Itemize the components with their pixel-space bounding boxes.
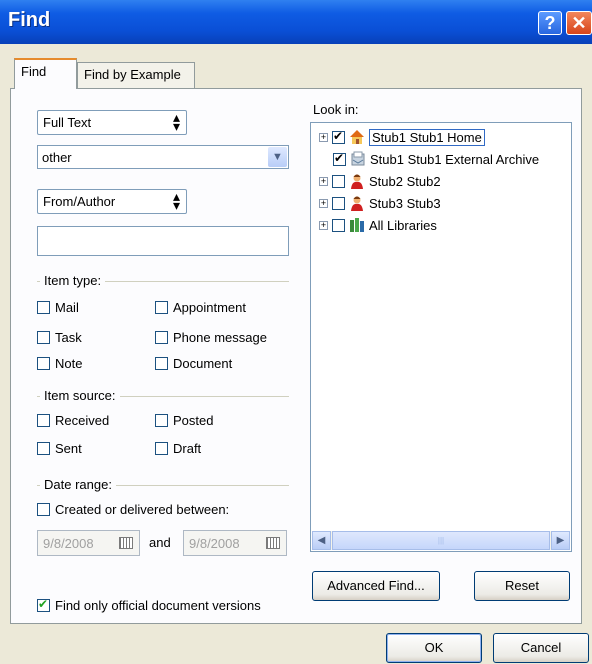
advanced-find-button[interactable]: Advanced Find... bbox=[312, 571, 440, 601]
posted-checkbox[interactable]: Posted bbox=[155, 413, 213, 428]
expand-icon[interactable]: + bbox=[319, 176, 328, 186]
library-icon bbox=[350, 218, 364, 232]
look-in-label: Look in: bbox=[313, 102, 359, 117]
checkbox-checked[interactable] bbox=[333, 151, 346, 166]
checkbox[interactable] bbox=[37, 301, 50, 314]
tree-item[interactable]: + Stub2 Stub2 bbox=[319, 171, 441, 191]
received-label: Received bbox=[55, 413, 110, 428]
reset-button[interactable]: Reset bbox=[474, 571, 570, 601]
item-source-label: Item source: bbox=[40, 388, 120, 403]
date-range-label: Date range: bbox=[40, 477, 116, 492]
scrollbar-thumb[interactable]: ||| bbox=[332, 531, 550, 550]
spinner-arrows-icon: ▴ ▾ bbox=[172, 188, 180, 213]
search-text-value: other bbox=[42, 150, 72, 165]
tree-item-label: Stub1 Stub1 External Archive bbox=[370, 151, 540, 167]
checkbox[interactable] bbox=[155, 301, 168, 314]
spinner-arrows-icon: ▴ ▾ bbox=[172, 109, 180, 134]
end-date-value: 9/8/2008 bbox=[189, 536, 240, 551]
tree-item-label: All Libraries bbox=[369, 217, 437, 233]
checkbox[interactable] bbox=[155, 357, 168, 370]
expand-icon[interactable]: + bbox=[319, 220, 328, 230]
appointment-label: Appointment bbox=[173, 300, 246, 315]
expand-icon[interactable]: + bbox=[319, 198, 328, 208]
title-bar[interactable]: Find ? ✕ bbox=[0, 0, 592, 44]
checkbox[interactable] bbox=[37, 414, 50, 427]
start-date-picker[interactable]: 9/8/2008 bbox=[37, 530, 140, 556]
person-field-select[interactable]: From/Author ▴ ▾ bbox=[37, 189, 187, 214]
tree-item[interactable]: + Stub3 Stub3 bbox=[319, 193, 441, 213]
document-checkbox[interactable]: Document bbox=[155, 356, 232, 371]
phone-message-label: Phone message bbox=[173, 330, 267, 345]
checkbox[interactable] bbox=[37, 357, 50, 370]
cancel-button[interactable]: Cancel bbox=[493, 633, 589, 663]
person-field-value: From/Author bbox=[43, 194, 116, 209]
window-title: Find bbox=[8, 9, 51, 31]
received-checkbox[interactable]: Received bbox=[37, 413, 109, 428]
tree-item[interactable]: + Stub1 Stub1 Home bbox=[319, 127, 485, 147]
checkbox[interactable] bbox=[155, 331, 168, 344]
task-checkbox[interactable]: Task bbox=[37, 330, 82, 345]
sent-label: Sent bbox=[55, 441, 82, 456]
note-label: Note bbox=[55, 356, 83, 371]
user-icon bbox=[351, 174, 363, 189]
archive-icon bbox=[351, 151, 365, 166]
search-field-value: Full Text bbox=[43, 115, 92, 130]
tree-item[interactable]: Stub1 Stub1 External Archive bbox=[333, 149, 539, 169]
home-icon bbox=[350, 130, 364, 144]
horizontal-scrollbar[interactable]: ◀ ||| ▶ bbox=[312, 531, 570, 550]
phone-message-checkbox[interactable]: Phone message bbox=[155, 330, 267, 345]
official-versions-label: Find only official document versions bbox=[55, 598, 261, 613]
chevron-down-icon[interactable]: ▼ bbox=[268, 147, 287, 167]
search-field-select[interactable]: Full Text ▴ ▾ bbox=[37, 110, 187, 135]
task-label: Task bbox=[55, 330, 82, 345]
checkbox[interactable] bbox=[37, 331, 50, 344]
scroll-left-icon[interactable]: ◀ bbox=[312, 531, 331, 550]
tab-find[interactable]: Find bbox=[14, 58, 77, 89]
ok-button[interactable]: OK bbox=[386, 633, 482, 663]
search-text-combo[interactable]: other ▼ bbox=[37, 145, 289, 169]
and-label: and bbox=[149, 535, 171, 550]
created-between-checkbox[interactable]: Created or delivered between: bbox=[37, 502, 229, 517]
person-input[interactable] bbox=[37, 226, 289, 256]
appointment-checkbox[interactable]: Appointment bbox=[155, 300, 246, 315]
start-date-value: 9/8/2008 bbox=[43, 536, 94, 551]
checkbox[interactable] bbox=[332, 218, 345, 232]
calendar-icon[interactable] bbox=[119, 537, 133, 549]
tab-find-by-example[interactable]: Find by Example bbox=[77, 62, 195, 88]
user-icon bbox=[351, 196, 363, 211]
document-label: Document bbox=[173, 356, 233, 371]
help-button[interactable]: ? bbox=[538, 11, 562, 35]
created-between-label: Created or delivered between: bbox=[55, 502, 230, 517]
checkbox[interactable] bbox=[155, 414, 168, 427]
mail-label: Mail bbox=[55, 300, 79, 315]
draft-label: Draft bbox=[173, 441, 202, 456]
note-checkbox[interactable]: Note bbox=[37, 356, 82, 371]
checkbox[interactable] bbox=[332, 174, 345, 188]
checkbox[interactable] bbox=[332, 196, 345, 210]
tree-item-label: Stub1 Stub1 Home bbox=[369, 128, 485, 146]
expand-icon[interactable]: + bbox=[319, 132, 328, 142]
look-in-tree[interactable]: + Stub1 Stub1 Home Stub1 Stub1 External … bbox=[310, 122, 572, 552]
checkbox[interactable] bbox=[37, 503, 50, 516]
checkbox-checked[interactable] bbox=[37, 597, 50, 612]
tree-item-label: Stub3 Stub3 bbox=[369, 195, 441, 211]
calendar-icon[interactable] bbox=[266, 537, 280, 549]
tree-item-label: Stub2 Stub2 bbox=[369, 173, 441, 189]
mail-checkbox[interactable]: Mail bbox=[37, 300, 79, 315]
find-dialog: Find ? ✕ Find Find by Example Full Text … bbox=[0, 0, 592, 664]
close-button[interactable]: ✕ bbox=[566, 11, 592, 35]
checkbox[interactable] bbox=[37, 442, 50, 455]
draft-checkbox[interactable]: Draft bbox=[155, 441, 201, 456]
end-date-picker[interactable]: 9/8/2008 bbox=[183, 530, 287, 556]
scroll-right-icon[interactable]: ▶ bbox=[551, 531, 570, 550]
tree-item[interactable]: + All Libraries bbox=[319, 215, 437, 235]
checkbox-checked[interactable] bbox=[332, 129, 345, 144]
posted-label: Posted bbox=[173, 413, 214, 428]
official-versions-checkbox[interactable]: Find only official document versions bbox=[37, 597, 261, 613]
checkbox[interactable] bbox=[155, 442, 168, 455]
item-type-label: Item type: bbox=[40, 273, 106, 288]
sent-checkbox[interactable]: Sent bbox=[37, 441, 82, 456]
